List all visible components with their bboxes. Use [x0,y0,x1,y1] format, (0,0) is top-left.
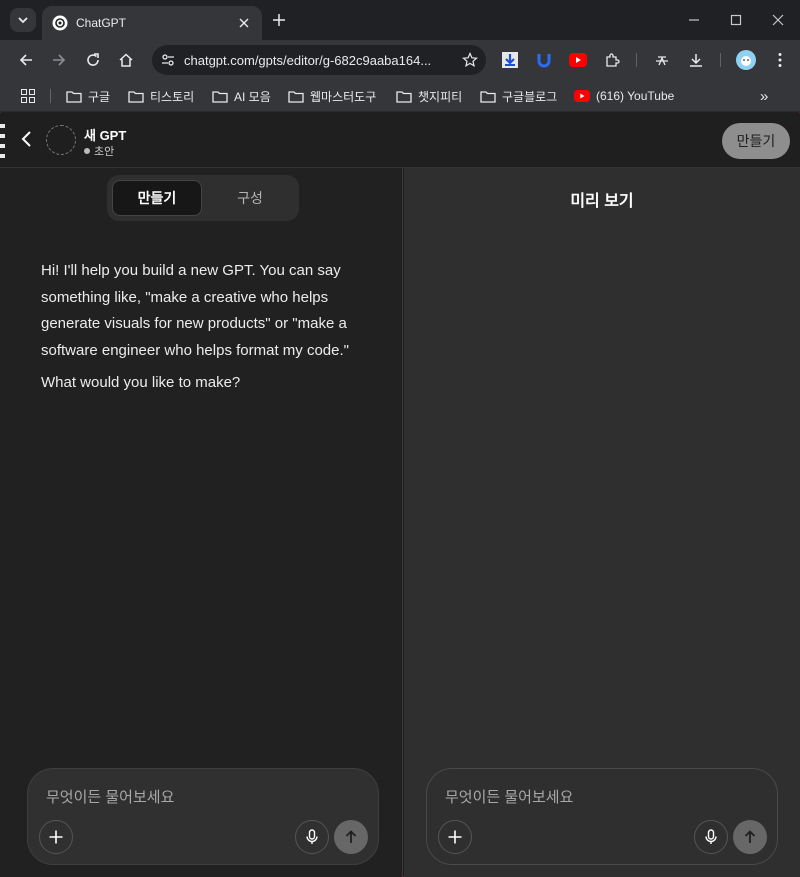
star-icon[interactable] [462,52,478,68]
bookmark-label: 구글블로그 [502,89,558,104]
new-tab-button[interactable] [268,9,290,31]
bookmark-label: (616) YouTube [596,89,675,103]
message-paragraph: What would you like to make? [41,374,241,391]
folder-icon [288,90,304,103]
bookmark-label: AI 모음 [234,89,271,104]
plus-icon [448,830,462,844]
arrow-right-icon [53,54,66,66]
back-button[interactable] [14,48,38,72]
youtube-extension-icon[interactable] [568,50,588,70]
send-button[interactable] [334,820,368,854]
gpt-name: 새 GPT [84,128,127,143]
arrow-up-icon [345,830,357,843]
maximize-button[interactable] [722,8,750,32]
gpt-status-label: 초안 [94,146,115,158]
downloads-icon[interactable] [686,50,706,70]
tab-configure[interactable]: 구성 [206,180,294,216]
send-button[interactable] [733,820,767,854]
create-composer[interactable]: 무엇이든 물어보세요 [27,768,379,865]
bookmark-item[interactable]: (616) YouTube [574,87,674,105]
bookmark-item[interactable]: 티스토리 [128,87,194,105]
close-window-button[interactable] [764,8,792,32]
create-pane: 만들기 구성 Hi! I'll help you build a new GPT… [0,168,403,877]
home-button[interactable] [114,48,138,72]
sidebar-edge-handle[interactable] [0,122,5,162]
composer-input[interactable]: 무엇이든 물어보세요 [445,786,573,807]
tab-chatgpt[interactable]: ChatGPT [42,6,262,40]
chatgpt-favicon-icon [52,15,68,31]
bookmark-label: 티스토리 [150,89,195,104]
browser-toolbar: chatgpt.com/gpts/editor/g-682c9aaba164..… [0,40,800,80]
bookmark-item[interactable]: AI 모음 [212,87,271,105]
attach-button[interactable] [39,820,73,854]
extensions-puzzle-icon[interactable] [602,50,622,70]
home-icon [119,53,133,67]
u-extension-icon[interactable] [534,50,554,70]
chevron-down-icon [18,17,28,24]
tab-close-icon[interactable] [236,15,252,31]
arrow-left-icon [19,54,32,66]
download-extension-icon[interactable] [500,50,520,70]
toolbar-separator [636,53,637,67]
plus-icon [273,14,285,26]
composer-input[interactable]: 무엇이든 물어보세요 [46,786,174,807]
minimize-icon [689,19,699,21]
preview-composer[interactable]: 무엇이든 물어보세요 [426,768,778,865]
gpt-avatar-placeholder[interactable] [46,125,76,155]
performance-icon[interactable] [652,50,672,70]
folder-icon [128,90,144,103]
bookmark-separator [50,89,51,103]
folder-icon [480,90,496,103]
tab-title: ChatGPT [76,16,127,30]
close-icon [772,14,784,26]
minimize-button[interactable] [680,8,708,32]
reload-icon [87,53,99,66]
create-button[interactable]: 만들기 [722,123,790,159]
arrow-up-icon [744,830,756,843]
voice-input-button[interactable] [295,820,329,854]
bookmark-label: 웹마스터도구 [310,89,377,104]
bookmark-item[interactable]: 웹마스터도구 [288,87,376,105]
plus-icon [49,830,63,844]
tab-search-button[interactable] [10,8,36,32]
editor-header: 새 GPT 초안 만들기 [0,113,800,168]
bookmark-label: 구글 [88,89,111,104]
folder-icon [396,90,412,103]
bookmark-label: 챗지피티 [418,89,463,104]
forward-button[interactable] [47,48,71,72]
youtube-icon [574,90,590,102]
more-bookmarks-button[interactable]: » [760,87,768,105]
bookmark-item[interactable]: 챗지피티 [396,87,462,105]
microphone-icon [705,829,717,844]
chevron-left-icon[interactable] [18,130,36,148]
profile-avatar[interactable] [736,50,756,70]
reload-button[interactable] [81,48,105,72]
mode-tabs: 만들기 구성 [107,175,299,221]
folder-icon [66,90,82,103]
maximize-icon [730,14,742,26]
menu-kebab-icon[interactable] [770,50,790,70]
preview-pane: 미리 보기 무엇이든 물어보세요 [404,168,800,877]
assistant-message: Hi! I'll help you build a new GPT. You c… [41,258,371,397]
message-paragraph: Hi! I'll help you build a new GPT. You c… [41,262,349,359]
address-bar[interactable]: chatgpt.com/gpts/editor/g-682c9aaba164..… [152,45,486,75]
attach-button[interactable] [438,820,472,854]
folder-icon [212,90,228,103]
gpt-status: 초안 [84,143,114,159]
tab-bar: ChatGPT [0,0,800,40]
apps-grid-icon[interactable] [21,87,35,105]
bookmark-item[interactable]: 구글블로그 [480,87,557,105]
tab-create[interactable]: 만들기 [112,180,202,216]
bookmark-item[interactable]: 구글 [66,87,110,105]
microphone-icon [306,829,318,844]
site-settings-icon[interactable] [160,52,176,68]
voice-input-button[interactable] [694,820,728,854]
url-text: chatgpt.com/gpts/editor/g-682c9aaba164..… [184,52,432,68]
status-dot-icon [84,148,90,154]
bookmarks-bar: 구글 티스토리 AI 모음 웹마스터도구 챗지피티 구글블로그 (616) Yo… [0,80,800,112]
preview-title: 미리 보기 [570,193,634,210]
toolbar-separator [720,53,721,67]
